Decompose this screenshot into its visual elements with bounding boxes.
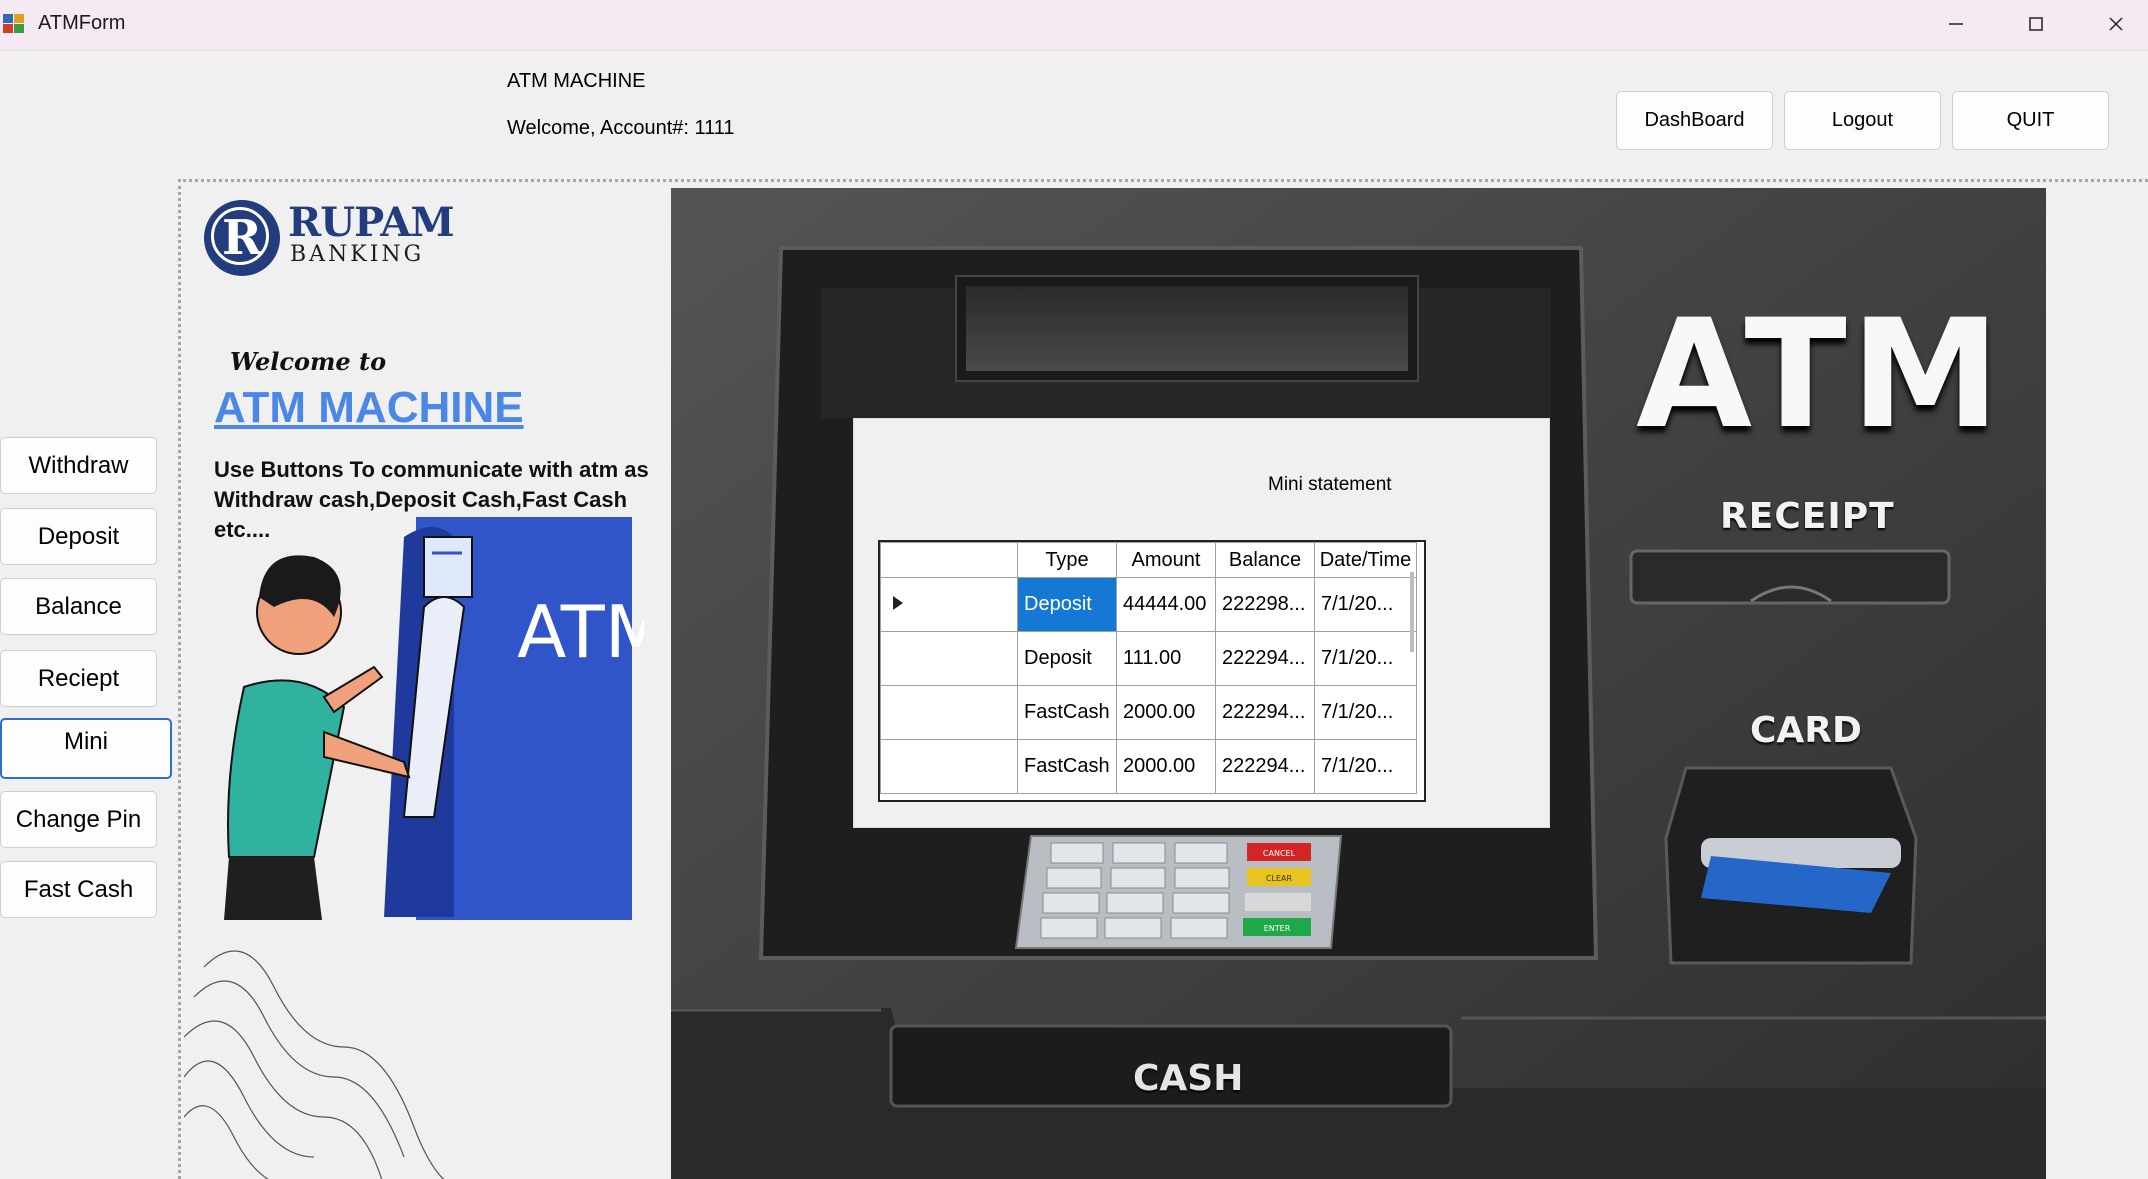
balance-button[interactable]: Balance <box>0 578 157 635</box>
welcome-label: Welcome, Account#: 1111 <box>507 117 735 139</box>
card-label: CARD <box>1750 710 1862 751</box>
table-row[interactable]: Deposit 111.00 222294... 7/1/20... <box>880 631 1417 686</box>
table-row[interactable]: FastCash 2000.00 222294... 7/1/20... <box>880 739 1417 794</box>
intro-heading: ATM MACHINE <box>214 383 524 432</box>
column-header-datetime[interactable]: Date/Time <box>1314 542 1417 578</box>
column-header-amount[interactable]: Amount <box>1116 542 1216 578</box>
title-bar: ATMForm <box>0 0 2148 51</box>
cell-type[interactable]: FastCash <box>1017 739 1117 794</box>
row-selector[interactable] <box>880 631 1018 686</box>
table-row[interactable]: FastCash 2000.00 222294... 7/1/20... <box>880 685 1417 740</box>
dashboard-button[interactable]: DashBoard <box>1616 91 1773 150</box>
cell-balance[interactable]: 222298... <box>1215 577 1315 632</box>
logout-button[interactable]: Logout <box>1784 91 1941 150</box>
table-row[interactable]: Deposit 44444.00 222298... 7/1/20... <box>880 577 1417 632</box>
column-header-balance[interactable]: Balance <box>1215 542 1315 578</box>
cell-type[interactable]: Deposit <box>1017 631 1117 686</box>
window-title: ATMForm <box>38 12 126 34</box>
atm-sign: ATM <box>1636 288 2005 462</box>
bank-sub: BANKING <box>290 242 425 267</box>
row-selector[interactable] <box>880 685 1018 740</box>
close-button[interactable] <box>2076 0 2148 48</box>
cell-type[interactable]: FastCash <box>1017 685 1117 740</box>
row-pointer-icon <box>893 596 903 610</box>
deposit-button[interactable]: Deposit <box>0 508 157 565</box>
grid-scrollbar[interactable] <box>1410 572 1414 652</box>
row-header-corner <box>880 542 1018 578</box>
intro-panel: R RUPAM BANKING Welcome to ATM MACHINE U… <box>184 187 670 1179</box>
bank-logo-icon: R <box>204 200 280 276</box>
welcome-to-label: Welcome to <box>230 347 387 376</box>
grid-header-row: Type Amount Balance Date/Time <box>880 542 1417 578</box>
mini-statement-title: Mini statement <box>1268 474 1392 495</box>
cell-amount[interactable]: 44444.00 <box>1116 577 1216 632</box>
cell-balance[interactable]: 222294... <box>1215 631 1315 686</box>
cell-datetime[interactable]: 7/1/20... <box>1314 577 1417 632</box>
minimize-button[interactable] <box>1916 0 1996 48</box>
cell-amount[interactable]: 2000.00 <box>1116 685 1216 740</box>
cell-amount[interactable]: 111.00 <box>1116 631 1216 686</box>
panel-border-top <box>178 179 2148 182</box>
cash-label: CASH <box>1133 1058 1244 1099</box>
maximize-button[interactable] <box>1996 0 2076 48</box>
fast-cash-button[interactable]: Fast Cash <box>0 861 157 918</box>
panel-border-left <box>178 179 181 1179</box>
minimize-icon <box>1949 23 1963 25</box>
cell-datetime[interactable]: 7/1/20... <box>1314 631 1417 686</box>
cell-balance[interactable]: 222294... <box>1215 739 1315 794</box>
maximize-icon <box>2029 17 2043 31</box>
reciept-button[interactable]: Reciept <box>0 650 157 707</box>
svg-text:ENTER: ENTER <box>1264 924 1291 933</box>
close-icon <box>2109 17 2123 31</box>
cell-type[interactable]: Deposit <box>1017 577 1117 632</box>
atm-user-illustration-icon: ATM <box>224 517 644 920</box>
mini-statement-grid[interactable]: Type Amount Balance Date/Time Deposit 44… <box>878 540 1426 802</box>
row-selector[interactable] <box>880 577 1018 632</box>
cell-datetime[interactable]: 7/1/20... <box>1314 739 1417 794</box>
header-title: ATM MACHINE <box>507 70 646 92</box>
withdraw-button[interactable]: Withdraw <box>0 437 157 494</box>
cell-datetime[interactable]: 7/1/20... <box>1314 685 1417 740</box>
change-pin-button[interactable]: Change Pin <box>0 791 157 848</box>
quit-button[interactable]: QUIT <box>1952 91 2109 150</box>
decorative-waves-icon <box>184 950 445 1179</box>
column-header-type[interactable]: Type <box>1017 542 1117 578</box>
cell-amount[interactable]: 2000.00 <box>1116 739 1216 794</box>
mini-button[interactable]: Mini <box>0 718 172 779</box>
receipt-label: RECEIPT <box>1720 496 1895 537</box>
bank-name: RUPAM <box>288 199 455 246</box>
row-selector[interactable] <box>880 739 1018 794</box>
svg-text:CANCEL: CANCEL <box>1263 849 1296 858</box>
cell-balance[interactable]: 222294... <box>1215 685 1315 740</box>
app-icon <box>3 14 25 34</box>
svg-text:CLEAR: CLEAR <box>1266 874 1293 883</box>
svg-text:ATM: ATM <box>517 590 644 674</box>
